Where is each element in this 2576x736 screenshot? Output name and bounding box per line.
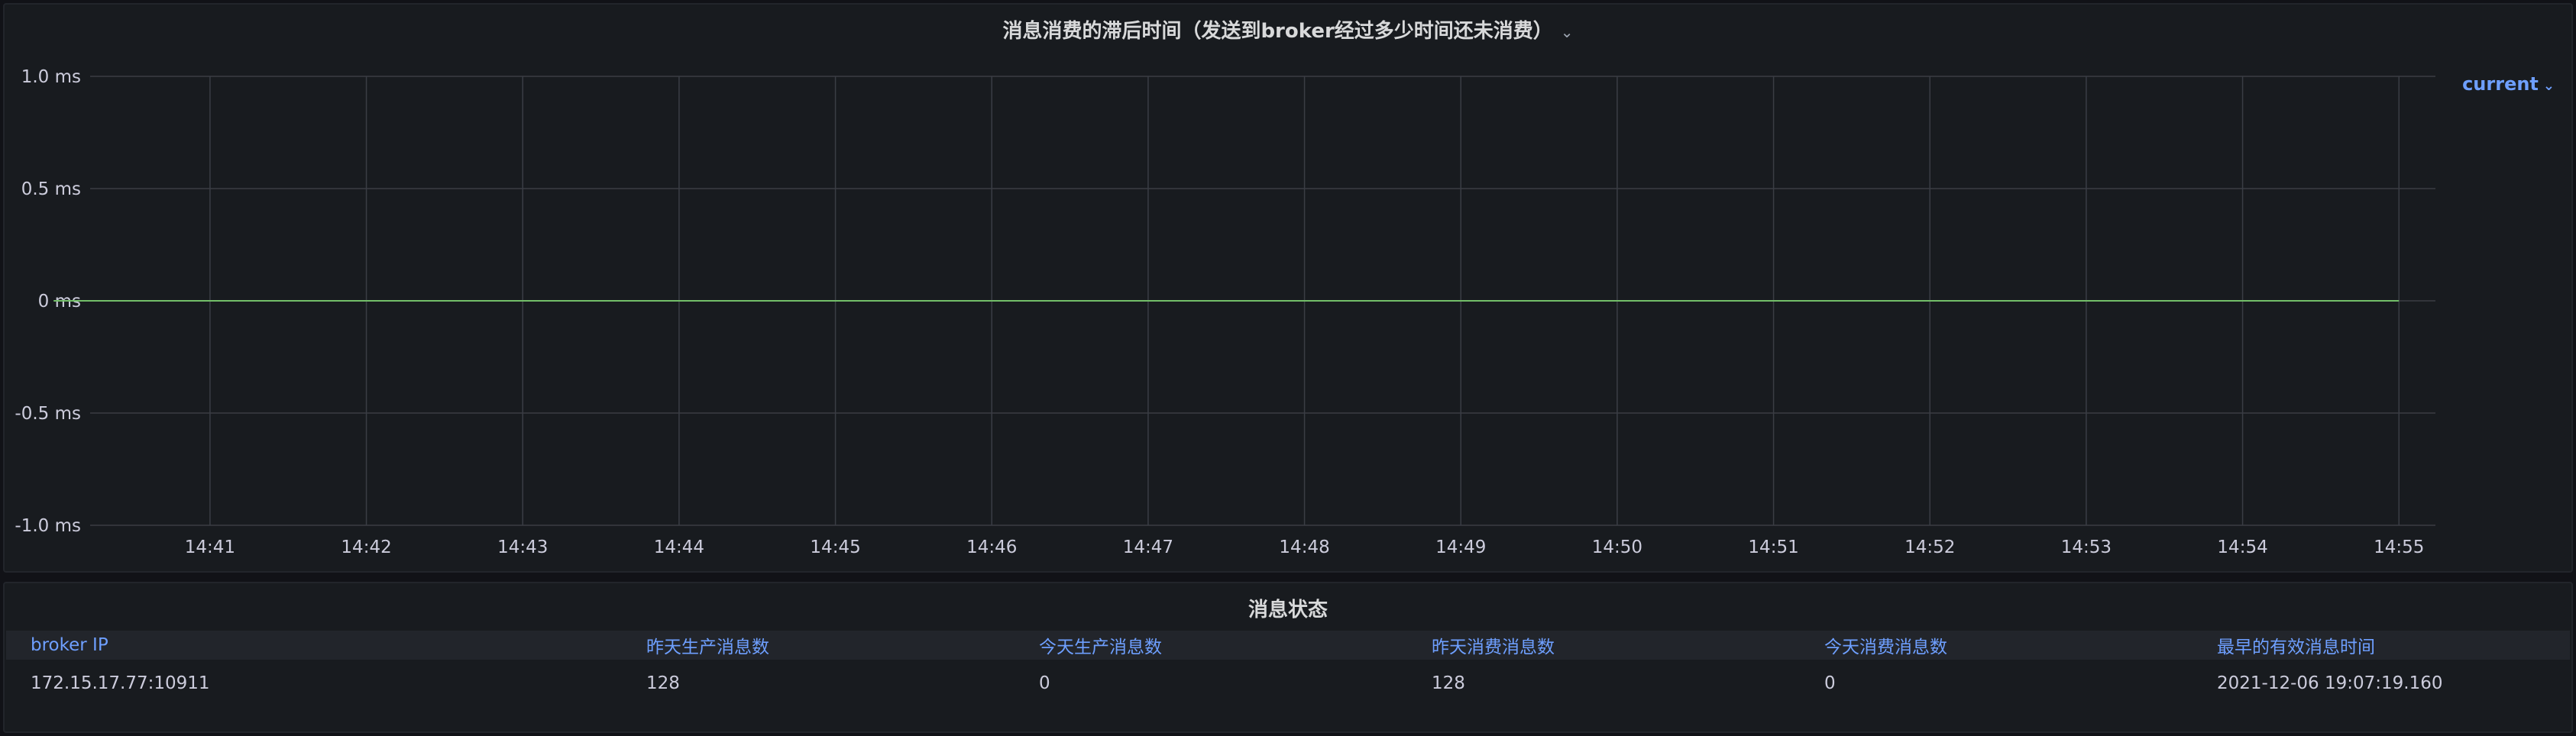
x-tick-label: 14:48 xyxy=(1279,537,1329,557)
message-status-table: broker IP 昨天生产消息数 今天生产消息数 昨天消费消息数 今天消费消息… xyxy=(6,631,2570,707)
y-tick-label: 0.5 ms xyxy=(21,179,81,199)
chevron-down-icon[interactable]: ⌄ xyxy=(2543,78,2555,94)
x-tick-label: 14:44 xyxy=(654,537,704,557)
cell-earliest-valid-time: 2021-12-06 19:07:19.160 xyxy=(2217,673,2443,693)
table-header-row: broker IP 昨天生产消息数 今天生产消息数 昨天消费消息数 今天消费消息… xyxy=(6,631,2570,660)
cell-broker-ip: 172.15.17.77:10911 xyxy=(31,673,210,693)
x-tick-label: 14:42 xyxy=(341,537,391,557)
x-tick-label: 14:49 xyxy=(1435,537,1486,557)
table-panel-title[interactable]: 消息状态 xyxy=(5,594,2571,622)
x-tick-label: 14:51 xyxy=(1748,537,1798,557)
table-panel: 消息状态 broker IP 昨天生产消息数 今天生产消息数 昨天消费消息数 今… xyxy=(3,582,2573,733)
cell-consumed-today: 0 xyxy=(1824,673,1836,693)
column-header-produced-today[interactable]: 今天生产消息数 xyxy=(1015,631,1407,660)
y-tick-label: -0.5 ms xyxy=(15,404,81,424)
x-tick-label: 14:45 xyxy=(810,537,860,557)
cell-produced-yesterday: 128 xyxy=(646,673,680,693)
x-tick-label: 14:55 xyxy=(2374,537,2424,557)
x-tick-label: 14:53 xyxy=(2061,537,2112,557)
graph-panel: 消息消费的滞后时间（发送到broker经过多少时间还未消费） ⌄ 1.0 ms 0.… xyxy=(3,3,2573,573)
x-tick-label: 14:54 xyxy=(2217,537,2267,557)
x-tick-label: 14:47 xyxy=(1123,537,1173,557)
column-header-consumed-today[interactable]: 今天消费消息数 xyxy=(1800,631,2193,660)
cell-consumed-yesterday: 128 xyxy=(1432,673,1465,693)
x-tick-label: 14:43 xyxy=(497,537,548,557)
x-tick-label: 14:46 xyxy=(966,537,1017,557)
column-header-broker-ip[interactable]: broker IP xyxy=(6,631,622,660)
table-row: 172.15.17.77:10911 128 0 128 0 2021-12-0… xyxy=(6,660,2570,707)
y-tick-label: 1.0 ms xyxy=(21,67,81,87)
x-tick-label: 14:52 xyxy=(1904,537,1955,557)
x-tick-label: 14:50 xyxy=(1592,537,1642,557)
x-tick-label: 14:41 xyxy=(185,537,235,557)
column-header-consumed-yesterday[interactable]: 昨天消费消息数 xyxy=(1407,631,1800,660)
lag-time-line-chart: 1.0 ms0.5 ms0 ms-0.5 ms-1.0 ms14:41 14:42… xyxy=(15,67,2435,557)
legend-series-label: current xyxy=(2462,73,2539,95)
column-header-earliest-valid-time[interactable]: 最早的有效消息时间 xyxy=(2193,631,2570,660)
column-header-produced-yesterday[interactable]: 昨天生产消息数 xyxy=(622,631,1015,660)
legend-series-current[interactable]: current ⌄ xyxy=(2462,73,2555,95)
y-tick-label: -1.0 ms xyxy=(15,516,81,536)
cell-produced-today: 0 xyxy=(1039,673,1050,693)
